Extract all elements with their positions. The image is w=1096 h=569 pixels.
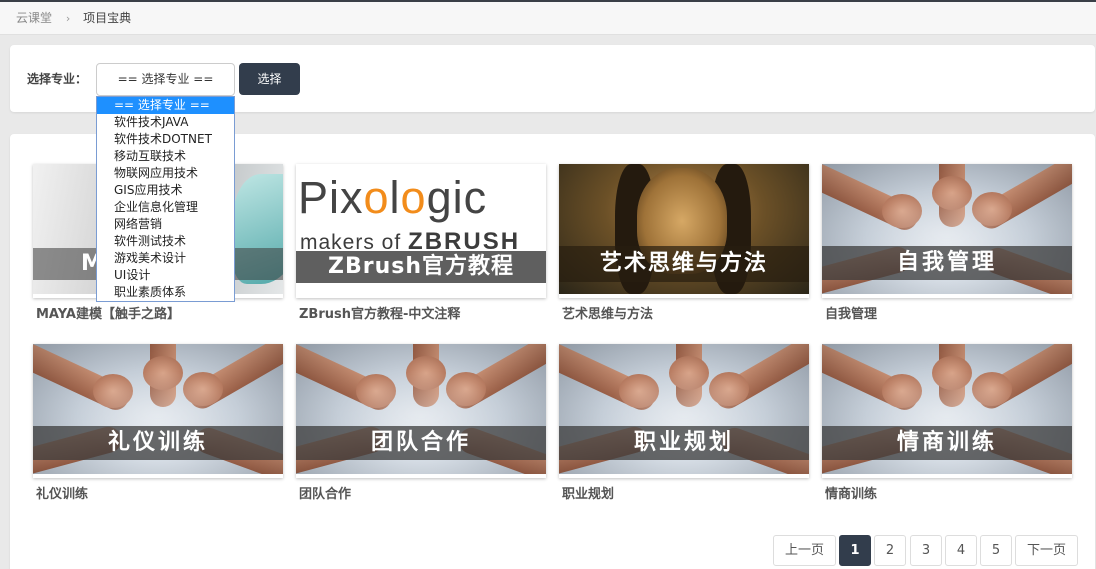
course-thumbnail[interactable]: 自我管理 bbox=[822, 164, 1072, 298]
thumbnail-caption: ZBrush官方教程 bbox=[296, 251, 546, 283]
course-thumbnail[interactable]: 团队合作 bbox=[296, 344, 546, 478]
major-select[interactable]: == 选择专业 == bbox=[96, 63, 235, 96]
hands-circle-image: 团队合作 bbox=[296, 344, 546, 474]
course-thumbnail[interactable]: 职业规划 bbox=[559, 344, 809, 478]
breadcrumb: 云课堂 › 项目宝典 bbox=[0, 2, 1096, 35]
course-thumbnail[interactable]: 礼仪训练 bbox=[33, 344, 283, 478]
course-title[interactable]: MAYA建模【触手之路】 bbox=[36, 303, 180, 322]
select-button[interactable]: 选择 bbox=[239, 63, 300, 95]
thumbnail-caption: 自我管理 bbox=[822, 246, 1072, 280]
hands-circle-image: 自我管理 bbox=[822, 164, 1072, 294]
page-button-5[interactable]: 5 bbox=[980, 535, 1012, 566]
hands-circle-image: 情商训练 bbox=[822, 344, 1072, 474]
breadcrumb-home-link[interactable]: 云课堂 bbox=[16, 11, 52, 25]
course-thumbnail[interactable]: 情商训练 bbox=[822, 344, 1072, 478]
breadcrumb-current: 项目宝典 bbox=[83, 11, 132, 25]
dropdown-option[interactable]: 移动互联技术 bbox=[97, 148, 234, 165]
pixologic-logo: Pixologic bbox=[298, 172, 488, 223]
course-title[interactable]: 艺术思维与方法 bbox=[562, 303, 653, 322]
page-button-3[interactable]: 3 bbox=[910, 535, 942, 566]
dropdown-option[interactable]: 软件技术DOTNET bbox=[97, 131, 234, 148]
mona-lisa-image: 艺术思维与方法 bbox=[559, 164, 809, 294]
course-title[interactable]: ZBrush官方教程-中文注释 bbox=[299, 303, 460, 322]
thumbnail-caption: 团队合作 bbox=[296, 426, 546, 460]
course-title[interactable]: 情商训练 bbox=[825, 483, 877, 502]
course-title[interactable]: 自我管理 bbox=[825, 303, 877, 322]
course-title[interactable]: 职业规划 bbox=[562, 483, 614, 502]
course-thumbnail[interactable]: Pixologic makers of ZBRUSH ZBrush官方教程 bbox=[296, 164, 546, 298]
major-select-dropdown: == 选择专业 == 软件技术JAVA 软件技术DOTNET 移动互联技术 物联… bbox=[96, 96, 235, 302]
pixologic-logo-image: Pixologic makers of ZBRUSH ZBrush官方教程 bbox=[296, 164, 546, 294]
hands-circle-image: 礼仪训练 bbox=[33, 344, 283, 474]
dropdown-option[interactable]: 软件技术JAVA bbox=[97, 114, 234, 131]
dropdown-option[interactable]: 软件测试技术 bbox=[97, 233, 234, 250]
dropdown-option[interactable]: GIS应用技术 bbox=[97, 182, 234, 199]
course-title[interactable]: 礼仪训练 bbox=[36, 483, 88, 502]
prev-page-button[interactable]: 上一页 bbox=[773, 535, 836, 566]
dropdown-option[interactable]: UI设计 bbox=[97, 267, 234, 284]
page-button-2[interactable]: 2 bbox=[874, 535, 906, 566]
dropdown-option[interactable]: 物联网应用技术 bbox=[97, 165, 234, 182]
thumbnail-caption: 职业规划 bbox=[559, 426, 809, 460]
dropdown-option[interactable]: 网络营销 bbox=[97, 216, 234, 233]
breadcrumb-separator: › bbox=[65, 12, 71, 25]
dropdown-option[interactable]: == 选择专业 == bbox=[97, 97, 234, 114]
thumbnail-caption: 礼仪训练 bbox=[33, 426, 283, 460]
course-thumbnail[interactable]: 艺术思维与方法 bbox=[559, 164, 809, 298]
thumbnail-caption: 艺术思维与方法 bbox=[559, 246, 809, 282]
dropdown-option[interactable]: 企业信息化管理 bbox=[97, 199, 234, 216]
thumbnail-caption: 情商训练 bbox=[822, 426, 1072, 460]
hands-circle-image: 职业规划 bbox=[559, 344, 809, 474]
page-button-1[interactable]: 1 bbox=[839, 535, 871, 566]
page-button-4[interactable]: 4 bbox=[945, 535, 977, 566]
major-filter-label: 选择专业： bbox=[27, 72, 88, 86]
dropdown-option[interactable]: 游戏美术设计 bbox=[97, 250, 234, 267]
dropdown-option[interactable]: 职业素质体系 bbox=[97, 284, 234, 301]
course-title[interactable]: 团队合作 bbox=[299, 483, 351, 502]
next-page-button[interactable]: 下一页 bbox=[1015, 535, 1078, 566]
